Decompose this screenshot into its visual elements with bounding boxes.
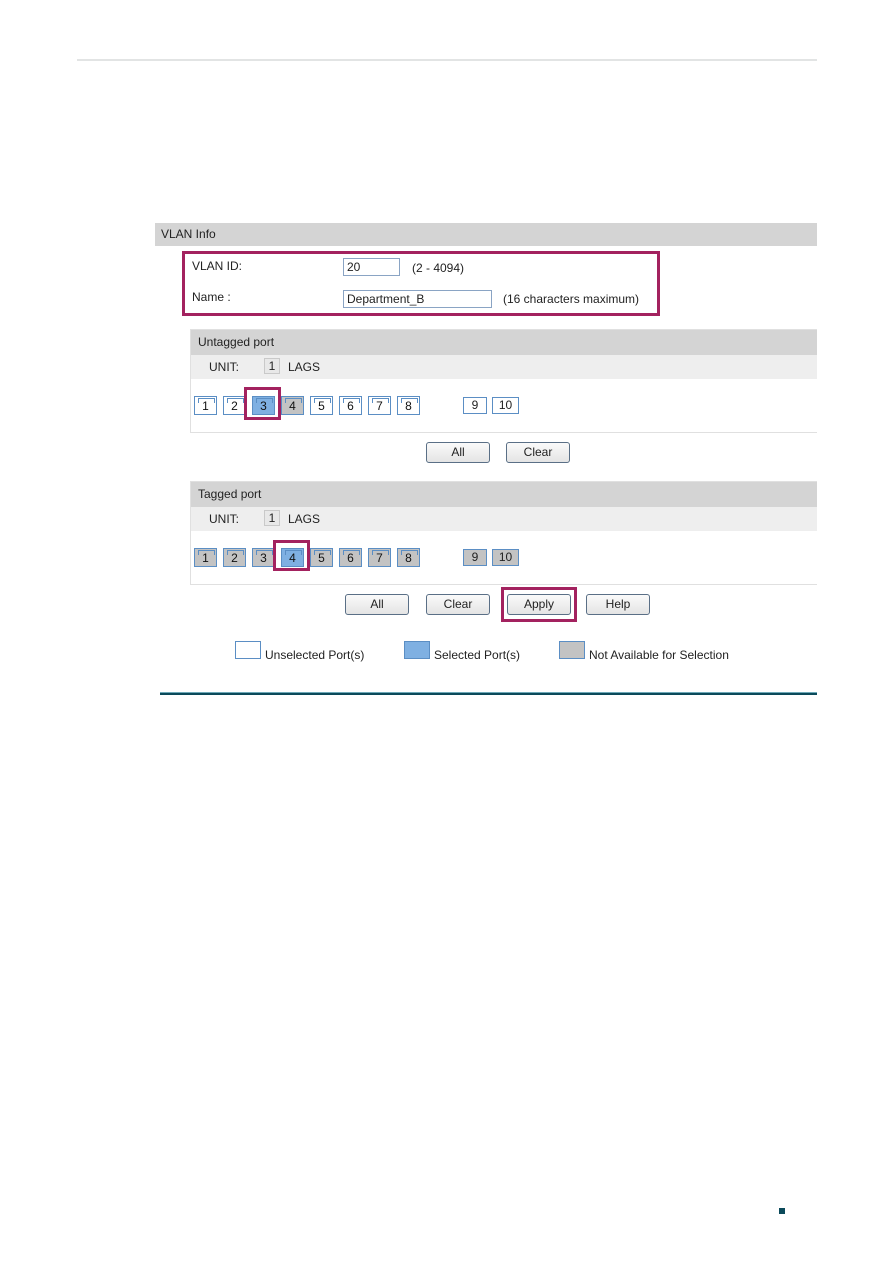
port-5[interactable]: 5: [310, 396, 333, 415]
tagged-unit-row: UNIT: 1 LAGS: [191, 507, 817, 531]
port-2[interactable]: 2: [223, 548, 246, 567]
lag-9[interactable]: 9: [463, 549, 487, 566]
port-3-highlight: [244, 387, 281, 420]
name-input[interactable]: Department_B: [343, 290, 492, 308]
header-rule: [77, 59, 817, 61]
port-3[interactable]: 3: [252, 548, 275, 567]
vlan-id-hint: (2 - 4094): [412, 261, 465, 275]
figure-bottom-rule: [160, 692, 817, 695]
untagged-all-button[interactable]: All: [426, 442, 490, 463]
port-4[interactable]: 4: [281, 396, 304, 415]
untagged-port-header: Untagged port: [191, 330, 817, 355]
lag-9[interactable]: 9: [463, 397, 487, 414]
port-notch-icon: [314, 550, 331, 555]
unavailable-port-icon: [559, 641, 585, 659]
port-5[interactable]: 5: [310, 548, 333, 567]
untagged-port-section: Untagged port UNIT: 1 LAGS 1 2 3 4 5 6 7 8 9 10: [190, 329, 817, 433]
port-6[interactable]: 6: [339, 548, 362, 567]
port-7[interactable]: 7: [368, 396, 391, 415]
page-marker: [779, 1208, 785, 1214]
port-7[interactable]: 7: [368, 548, 391, 567]
port-1[interactable]: 1: [194, 548, 217, 567]
port-notch-icon: [256, 550, 273, 555]
port-notch-icon: [285, 398, 302, 403]
untagged-unit-row: UNIT: 1 LAGS: [191, 355, 817, 379]
port-2[interactable]: 2: [223, 396, 246, 415]
port-notch-icon: [343, 550, 360, 555]
port-8[interactable]: 8: [397, 396, 420, 415]
unit-1-tab[interactable]: 1: [264, 358, 280, 374]
vlan-id-label: VLAN ID:: [192, 259, 243, 273]
vlan-info-header: VLAN Info: [155, 223, 817, 246]
tagged-port-header: Tagged port: [191, 482, 817, 507]
tagged-clear-button[interactable]: Clear: [426, 594, 490, 615]
port-notch-icon: [198, 398, 215, 403]
port-notch-icon: [401, 550, 418, 555]
vlan-id-input[interactable]: 20: [343, 258, 400, 276]
port-notch-icon: [227, 550, 244, 555]
unit-label: UNIT:: [209, 360, 239, 374]
lags-tab[interactable]: LAGS: [288, 512, 320, 526]
lags-tab[interactable]: LAGS: [288, 360, 320, 374]
selected-port-icon: [404, 641, 430, 659]
lag-10[interactable]: 10: [492, 397, 519, 414]
untagged-port-grid: 1 2 3 4 5 6 7 8 9 10: [191, 379, 817, 433]
port-8[interactable]: 8: [397, 548, 420, 567]
port-6[interactable]: 6: [339, 396, 362, 415]
port-notch-icon: [372, 550, 389, 555]
port-notch-icon: [343, 398, 360, 403]
unit-label: UNIT:: [209, 512, 239, 526]
port-notch-icon: [314, 398, 331, 403]
unit-1-tab[interactable]: 1: [264, 510, 280, 526]
port-1[interactable]: 1: [194, 396, 217, 415]
tagged-all-button[interactable]: All: [345, 594, 409, 615]
port-notch-icon: [372, 398, 389, 403]
untagged-clear-button[interactable]: Clear: [506, 442, 570, 463]
port-notch-icon: [227, 398, 244, 403]
unselected-port-icon: [235, 641, 261, 659]
port-notch-icon: [401, 398, 418, 403]
name-label: Name :: [192, 290, 231, 304]
apply-highlight: [501, 587, 577, 622]
vlan-info-panel: VLAN Info: [155, 223, 817, 246]
port-4-highlight: [273, 540, 310, 571]
port-notch-icon: [198, 550, 215, 555]
help-button[interactable]: Help: [586, 594, 650, 615]
lag-10[interactable]: 10: [492, 549, 519, 566]
name-hint: (16 characters maximum): [503, 292, 640, 306]
